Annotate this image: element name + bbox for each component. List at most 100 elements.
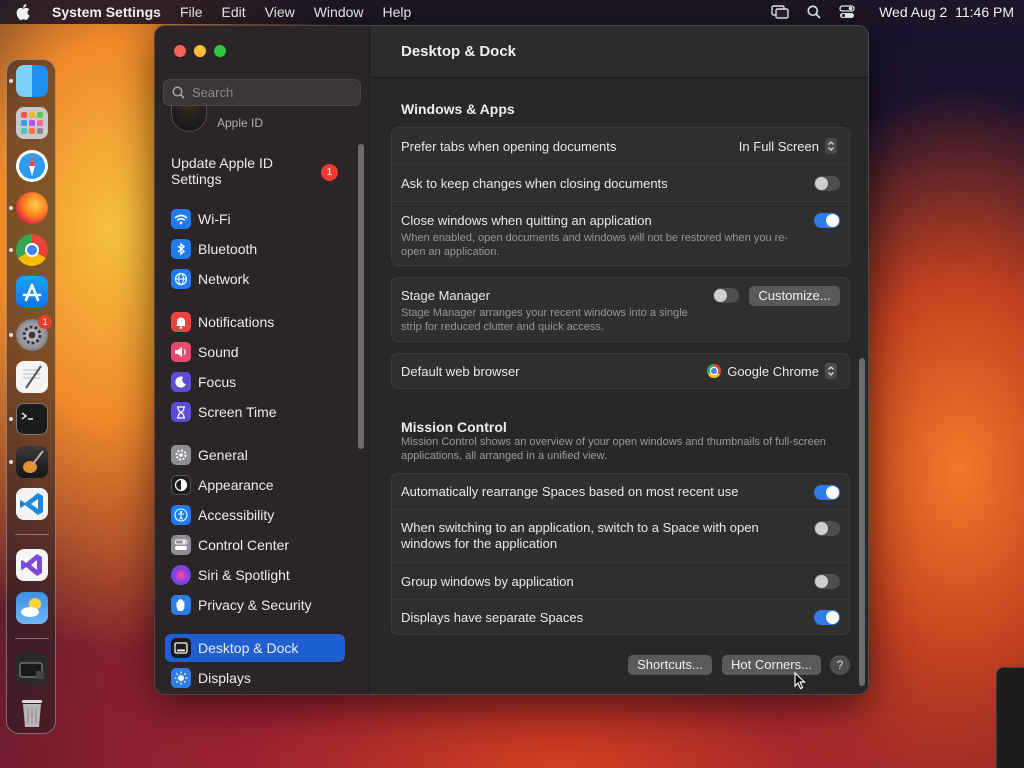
dock-vscode-icon[interactable] xyxy=(16,488,48,520)
dock-app-store-icon[interactable] xyxy=(16,276,48,308)
dock-safari-icon[interactable] xyxy=(16,150,48,182)
sidebar-item-appearance[interactable]: Appearance xyxy=(165,471,345,499)
prefer-tabs-label: Prefer tabs when opening documents xyxy=(401,139,617,154)
sidebar-item-sound[interactable]: Sound xyxy=(165,338,345,366)
dock-firefox-icon[interactable] xyxy=(16,192,48,224)
update-apple-id-label: Update Apple ID Settings xyxy=(171,155,273,187)
shortcuts-button[interactable]: Shortcuts... xyxy=(628,655,712,675)
section-title-windows-apps: Windows & Apps xyxy=(401,101,515,117)
dock-running-indicator xyxy=(9,333,13,337)
sidebar-item-privacy-security[interactable]: Privacy & Security xyxy=(165,591,345,619)
sidebar-item-siri-spotlight[interactable]: Siri & Spotlight xyxy=(165,561,345,589)
dock-screenshot-icon[interactable] xyxy=(16,653,48,685)
sidebar-search[interactable] xyxy=(163,79,361,106)
content-scrollbar-thumb[interactable] xyxy=(859,358,865,686)
prefer-tabs-value: In Full Screen xyxy=(738,138,819,154)
dock-garageband-icon[interactable] xyxy=(16,446,48,478)
apple-id-avatar[interactable] xyxy=(171,106,207,132)
sidebar-scrollbar[interactable] xyxy=(358,144,364,449)
default-browser-group: Default web browser Google Chrome xyxy=(391,353,850,389)
prefer-tabs-select[interactable]: In Full Screen xyxy=(739,138,837,154)
speaker-icon xyxy=(171,342,191,362)
dock-chrome-icon[interactable] xyxy=(16,234,48,266)
page-title: Desktop & Dock xyxy=(401,43,517,60)
sidebar-item-bluetooth[interactable]: Bluetooth xyxy=(165,235,345,263)
menu-edit[interactable]: Edit xyxy=(222,4,246,20)
sidebar-item-displays[interactable]: Displays xyxy=(165,664,345,692)
chevron-updown-icon xyxy=(825,138,837,154)
menu-help[interactable]: Help xyxy=(383,4,412,20)
sidebar: Apple ID Update Apple ID Settings 1 Wi-F… xyxy=(155,26,370,694)
apple-logo-icon[interactable] xyxy=(16,4,30,20)
sidebar-item-notifications[interactable]: Notifications xyxy=(165,308,345,336)
sidebar-item-label: Sound xyxy=(198,344,239,360)
stage-manager-toggle[interactable] xyxy=(713,288,739,303)
sidebar-item-accessibility[interactable]: Accessibility xyxy=(165,501,345,529)
globe-icon xyxy=(171,269,191,289)
chrome-icon xyxy=(707,364,722,378)
appearance-icon xyxy=(171,475,191,495)
dock-terminal-icon[interactable] xyxy=(16,403,48,435)
stage-manager-group: Stage Manager Stage Manager arranges you… xyxy=(391,277,850,342)
menu-bar: System Settings File Edit View Window He… xyxy=(0,0,1024,24)
update-apple-id-item[interactable]: Update Apple ID Settings xyxy=(171,155,341,187)
customize-button[interactable]: Customize... xyxy=(749,286,840,306)
content-scrollbar[interactable] xyxy=(859,86,865,691)
prefer-tabs-row: Prefer tabs when opening documents In Fu… xyxy=(392,128,849,165)
sidebar-item-screen-time[interactable]: Screen Time xyxy=(165,398,345,426)
zoom-window-button[interactable] xyxy=(214,45,226,57)
dock-textedit-icon[interactable] xyxy=(16,361,48,393)
ask-keep-changes-toggle[interactable] xyxy=(814,176,840,191)
menu-file[interactable]: File xyxy=(180,4,203,20)
group-windows-label: Group windows by application xyxy=(401,574,574,589)
screen-mirroring-icon[interactable] xyxy=(771,5,789,19)
auto-rearrange-spaces-toggle[interactable] xyxy=(814,485,840,500)
sidebar-item-label: Network xyxy=(198,271,250,287)
sidebar-item-label: Accessibility xyxy=(198,507,275,523)
wifi-icon xyxy=(171,209,191,229)
dock-running-indicator xyxy=(9,460,13,464)
dock-launchpad-icon[interactable] xyxy=(16,107,48,139)
dock-trash-icon[interactable] xyxy=(16,695,48,727)
sidebar-item-wifi[interactable]: Wi-Fi xyxy=(165,205,345,233)
separate-spaces-toggle[interactable] xyxy=(814,610,840,625)
menu-window[interactable]: Window xyxy=(314,4,364,20)
default-browser-select[interactable]: Google Chrome xyxy=(707,363,837,379)
spotlight-search-icon[interactable] xyxy=(807,5,821,19)
stage-manager-row: Stage Manager Stage Manager arranges you… xyxy=(392,278,849,341)
system-settings-window: Apple ID Update Apple ID Settings 1 Wi-F… xyxy=(154,25,869,695)
mouse-cursor-icon xyxy=(794,672,806,690)
menu-datetime[interactable]: Wed Aug 2 11:46 PM xyxy=(879,4,1014,20)
sidebar-item-label: Control Center xyxy=(198,537,290,553)
sidebar-item-network[interactable]: Network xyxy=(165,265,345,293)
sidebar-item-control-center[interactable]: Control Center xyxy=(165,531,345,559)
dock-settings-badge: 1 xyxy=(38,315,52,329)
hot-corners-button[interactable]: Hot Corners... xyxy=(722,655,821,675)
dock-finder-icon[interactable] xyxy=(16,65,48,97)
sidebar-item-focus[interactable]: Focus xyxy=(165,368,345,396)
switch-space-row: When switching to an application, switch… xyxy=(392,510,849,563)
accessibility-icon xyxy=(171,505,191,525)
dock-running-indicator xyxy=(9,417,13,421)
control-center-icon[interactable] xyxy=(839,5,855,19)
close-windows-toggle[interactable] xyxy=(814,213,840,228)
search-input[interactable] xyxy=(192,85,352,100)
close-window-button[interactable] xyxy=(174,45,186,57)
menu-view[interactable]: View xyxy=(265,4,295,20)
dock-visual-studio-icon[interactable] xyxy=(16,549,48,581)
help-button[interactable]: ? xyxy=(830,655,850,675)
dock-weather-icon[interactable] xyxy=(16,592,48,624)
sidebar-item-label: Screen Time xyxy=(198,404,277,420)
sidebar-item-desktop-dock[interactable]: Desktop & Dock xyxy=(165,634,345,662)
apple-id-label[interactable]: Apple ID xyxy=(217,116,263,130)
group-windows-toggle[interactable] xyxy=(814,574,840,589)
sun-icon xyxy=(171,668,191,688)
minimize-window-button[interactable] xyxy=(194,45,206,57)
default-browser-value: Google Chrome xyxy=(727,363,819,379)
dock-running-indicator xyxy=(9,206,13,210)
close-windows-description: When enabled, open documents and windows… xyxy=(401,232,789,258)
switch-space-toggle[interactable] xyxy=(814,521,840,536)
menu-app-name[interactable]: System Settings xyxy=(52,4,161,20)
dock-separator xyxy=(15,534,49,535)
sidebar-item-general[interactable]: General xyxy=(165,441,345,469)
